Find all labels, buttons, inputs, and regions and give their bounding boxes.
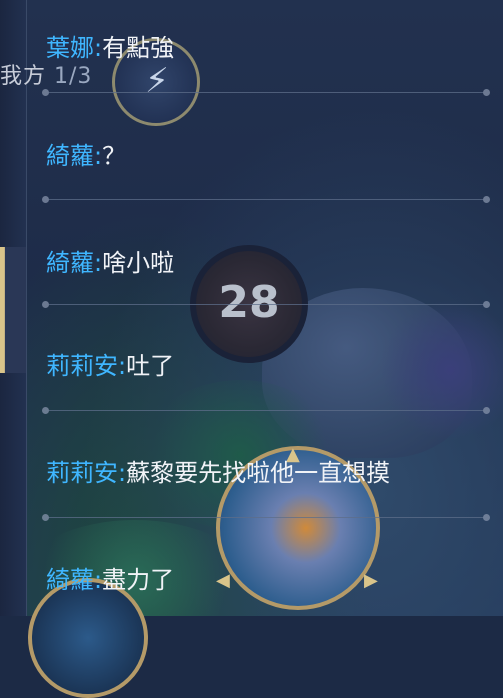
chat-colon: : [94,34,103,62]
chat-message: 綺蘿:啥小啦 [46,243,174,293]
chat-sender: 綺蘿 [46,249,94,277]
chat-sender: 莉莉安 [46,459,118,487]
chat-colon: : [118,459,127,487]
chat-message: 綺蘿:？ [46,136,126,186]
chat-text: 吐了 [126,352,175,380]
chat-divider [42,196,490,203]
chat-message: 莉莉安:蘇黎要先找啦他一直想摸 [46,453,390,503]
chat-colon: : [118,352,127,380]
chat-message: 葉娜:有點強 [46,28,174,78]
chat-divider [42,407,490,414]
chat-colon: : [94,249,103,277]
chat-text: 啥小啦 [102,249,175,277]
chat-message: 莉莉安:吐了 [46,346,174,396]
chat-text: 蘇黎要先找啦他一直想摸 [126,459,391,487]
chat-text: ？ [102,142,127,170]
chat-colon: : [94,142,103,170]
chat-text: 盡力了 [102,566,175,594]
chat-text: 有點強 [102,34,175,62]
chat-log: 葉娜:有點強 綺蘿:？ 綺蘿:啥小啦 莉莉安:吐了 莉莉安:蘇黎要先找啦他一直想… [0,0,503,616]
chat-divider [42,514,490,521]
chat-sender: 綺蘿 [46,142,94,170]
chat-divider [42,89,490,96]
chat-sender: 綺蘿 [46,566,94,594]
chat-colon: : [94,566,103,594]
chat-message: 綺蘿:盡力了 [46,560,174,610]
chat-sender: 葉娜 [46,34,94,62]
chat-divider [42,301,490,308]
chat-sender: 莉莉安 [46,352,118,380]
